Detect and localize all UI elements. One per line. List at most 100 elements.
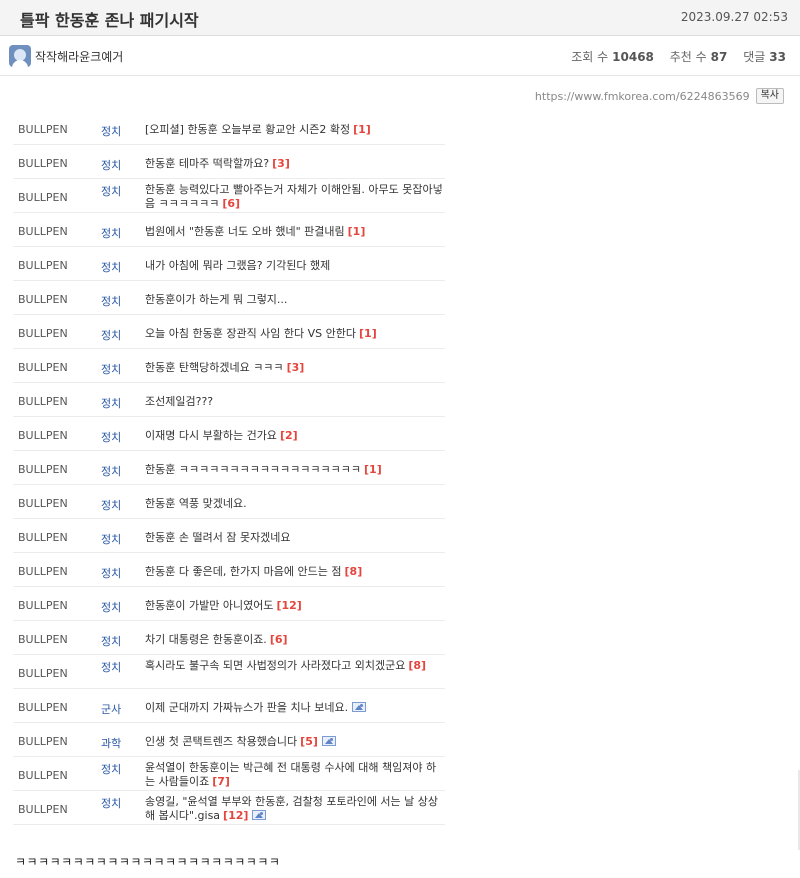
post-comment-count[interactable]: [3]: [287, 361, 305, 374]
post-subject-text[interactable]: 한동훈 역풍 맞겠네요.: [145, 497, 247, 510]
post-subject-text[interactable]: 한동훈 탄핵당하겠네요 ㅋㅋㅋ: [145, 361, 284, 374]
post-comment-count[interactable]: [1]: [348, 225, 366, 238]
post-category[interactable]: 정치: [101, 395, 121, 411]
post-board-name[interactable]: BULLPEN: [18, 633, 68, 646]
post-category[interactable]: 군사: [101, 701, 121, 717]
post-subject-link[interactable]: 한동훈 다 좋은데, 한가지 마음에 안드는 점 [8]: [145, 565, 445, 579]
post-subject-link[interactable]: 내가 아침에 뭐라 그랬음? 기각된다 했제: [145, 259, 445, 273]
post-board-name[interactable]: BULLPEN: [18, 531, 68, 544]
post-subject-text[interactable]: [오피셜] 한동훈 오늘부로 황교안 시즌2 확정: [145, 123, 350, 136]
post-category[interactable]: 정치: [101, 761, 121, 777]
post-board-name[interactable]: BULLPEN: [18, 361, 68, 374]
post-comment-count[interactable]: [1]: [359, 327, 377, 340]
post-list-row[interactable]: BULLPEN 정치 한동훈 능력있다고 빨아주는거 자체가 이해안됨. 아무도 못…: [13, 179, 445, 213]
author-name[interactable]: 작작해라윤크예거: [35, 48, 123, 65]
post-board-name[interactable]: BULLPEN: [18, 327, 68, 340]
post-category[interactable]: 정치: [101, 293, 121, 309]
post-comment-count[interactable]: [12]: [276, 599, 301, 612]
post-board-name[interactable]: BULLPEN: [18, 157, 68, 170]
post-subject-text[interactable]: 인생 첫 콘택트렌즈 착용했습니다: [145, 735, 297, 748]
post-category[interactable]: 정치: [101, 633, 121, 649]
post-list-row[interactable]: BULLPEN 정치 한동훈 ㅋㅋㅋㅋㅋㅋㅋㅋㅋㅋㅋㅋㅋㅋㅋㅋㅋㅋ [1]: [13, 451, 445, 485]
post-board-name[interactable]: BULLPEN: [18, 769, 68, 782]
user-avatar-icon[interactable]: [9, 45, 31, 67]
post-subject-text[interactable]: 한동훈 능력있다고 빨아주는거 자체가 이해안됨. 아무도 못잡아넣음 ㅋㅋㅋㅋ…: [145, 183, 443, 210]
post-subject-text[interactable]: 윤석열이 한동훈이는 박근혜 전 대통령 수사에 대해 책임져야 하는 사람들이…: [145, 761, 436, 788]
post-comment-count[interactable]: [2]: [280, 429, 298, 442]
post-board-name[interactable]: BULLPEN: [18, 225, 68, 238]
post-subject-text[interactable]: 한동훈이가 하는게 뭐 그렇지...: [145, 293, 287, 306]
post-board-name[interactable]: BULLPEN: [18, 429, 68, 442]
post-category[interactable]: 정치: [101, 259, 121, 275]
post-subject-link[interactable]: 한동훈 역풍 맞겠네요.: [145, 497, 445, 511]
post-subject-text[interactable]: 내가 아침에 뭐라 그랬음? 기각된다 했제: [145, 259, 330, 272]
post-category[interactable]: 정치: [101, 659, 121, 675]
post-list-row[interactable]: BULLPEN 정치 조선제일검???: [13, 383, 445, 417]
post-list-row[interactable]: BULLPEN 정치 차기 대통령은 한동훈이죠. [6]: [13, 621, 445, 655]
post-comment-count[interactable]: [3]: [272, 157, 290, 170]
post-board-name[interactable]: BULLPEN: [18, 497, 68, 510]
post-category[interactable]: 정치: [101, 795, 121, 811]
post-category[interactable]: 정치: [101, 225, 121, 241]
post-category[interactable]: 정치: [101, 497, 121, 513]
post-list-row[interactable]: BULLPEN 정치 이재명 다시 부활하는 건가요 [2]: [13, 417, 445, 451]
post-comment-count[interactable]: [8]: [408, 659, 426, 672]
post-subject-link[interactable]: 윤석열이 한동훈이는 박근혜 전 대통령 수사에 대해 책임져야 하는 사람들이…: [145, 761, 445, 789]
post-list-row[interactable]: BULLPEN 정치 법원에서 "한동훈 너도 오바 했네" 판결내림 [1]: [13, 213, 445, 247]
post-list-row[interactable]: BULLPEN 정치 한동훈 손 떨려서 잠 못자겠네요: [13, 519, 445, 553]
post-category[interactable]: 정치: [101, 157, 121, 173]
post-subject-text[interactable]: 차기 대통령은 한동훈이죠.: [145, 633, 267, 646]
post-list-row[interactable]: BULLPEN 정치 한동훈 다 좋은데, 한가지 마음에 안드는 점 [8]: [13, 553, 445, 587]
post-list-row[interactable]: BULLPEN 과학 인생 첫 콘택트렌즈 착용했습니다 [5]: [13, 723, 445, 757]
post-comment-count[interactable]: [7]: [212, 775, 230, 788]
post-subject-link[interactable]: 한동훈 능력있다고 빨아주는거 자체가 이해안됨. 아무도 못잡아넣음 ㅋㅋㅋㅋ…: [145, 183, 445, 211]
post-comment-count[interactable]: [5]: [300, 735, 318, 748]
post-subject-link[interactable]: 이제 군대까지 가짜뉴스가 판을 치나 보네요.: [145, 701, 445, 715]
post-list-row[interactable]: BULLPEN 정치 윤석열이 한동훈이는 박근혜 전 대통령 수사에 대해 책임져…: [13, 757, 445, 791]
post-subject-text[interactable]: 법원에서 "한동훈 너도 오바 했네" 판결내림: [145, 225, 345, 238]
post-board-name[interactable]: BULLPEN: [18, 259, 68, 272]
post-category[interactable]: 정치: [101, 183, 121, 199]
post-board-name[interactable]: BULLPEN: [18, 735, 68, 748]
post-board-name[interactable]: BULLPEN: [18, 803, 68, 816]
post-category[interactable]: 정치: [101, 531, 121, 547]
post-list-row[interactable]: BULLPEN 정치 한동훈이 가발만 아니였어도 [12]: [13, 587, 445, 621]
post-list-row[interactable]: BULLPEN 군사 이제 군대까지 가짜뉴스가 판을 치나 보네요.: [13, 689, 445, 723]
post-list-row[interactable]: BULLPEN 정치 내가 아침에 뭐라 그랬음? 기각된다 했제: [13, 247, 445, 281]
post-subject-text[interactable]: 한동훈 손 떨려서 잠 못자겠네요: [145, 531, 291, 544]
post-board-name[interactable]: BULLPEN: [18, 701, 68, 714]
post-subject-text[interactable]: 혹시라도 불구속 되면 사법정의가 사라졌다고 외치겠군요: [145, 659, 405, 672]
post-list-row[interactable]: BULLPEN 정치 송영길, "윤석열 부부와 한동훈, 검찰청 포토라인에 서는…: [13, 791, 445, 825]
post-subject-link[interactable]: 한동훈이가 하는게 뭐 그렇지...: [145, 293, 445, 307]
copy-url-button[interactable]: 복사: [755, 88, 784, 104]
post-board-name[interactable]: BULLPEN: [18, 565, 68, 578]
post-list-row[interactable]: BULLPEN 정치 한동훈이가 하는게 뭐 그렇지...: [13, 281, 445, 315]
post-subject-link[interactable]: 차기 대통령은 한동훈이죠. [6]: [145, 633, 445, 647]
post-subject-link[interactable]: 혹시라도 불구속 되면 사법정의가 사라졌다고 외치겠군요 [8]: [145, 659, 445, 673]
post-list-row[interactable]: BULLPEN 정치 혹시라도 불구속 되면 사법정의가 사라졌다고 외치겠군요 [8…: [13, 655, 445, 689]
post-subject-link[interactable]: 한동훈 테마주 떡락할까요? [3]: [145, 157, 445, 171]
post-board-name[interactable]: BULLPEN: [18, 293, 68, 306]
post-subject-link[interactable]: 오늘 아침 한동훈 장관직 사임 한다 VS 안한다 [1]: [145, 327, 445, 341]
post-category[interactable]: 정치: [101, 327, 121, 343]
post-category[interactable]: 과학: [101, 735, 121, 751]
post-board-name[interactable]: BULLPEN: [18, 123, 68, 136]
post-subject-link[interactable]: 한동훈이 가발만 아니였어도 [12]: [145, 599, 445, 613]
post-comment-count[interactable]: [6]: [222, 197, 240, 210]
post-board-name[interactable]: BULLPEN: [18, 599, 68, 612]
post-subject-link[interactable]: 송영길, "윤석열 부부와 한동훈, 검찰청 포토라인에 서는 날 상상해 봅시…: [145, 795, 445, 823]
post-list-row[interactable]: BULLPEN 정치 한동훈 역풍 맞겠네요.: [13, 485, 445, 519]
post-comment-count[interactable]: [8]: [345, 565, 363, 578]
post-subject-text[interactable]: 조선제일검???: [145, 395, 213, 408]
post-board-name[interactable]: BULLPEN: [18, 463, 68, 476]
post-subject-text[interactable]: 이재명 다시 부활하는 건가요: [145, 429, 277, 442]
post-subject-text[interactable]: 한동훈 다 좋은데, 한가지 마음에 안드는 점: [145, 565, 342, 578]
post-subject-text[interactable]: 송영길, "윤석열 부부와 한동훈, 검찰청 포토라인에 서는 날 상상해 봅시…: [145, 795, 438, 822]
post-category[interactable]: 정치: [101, 463, 121, 479]
post-subject-link[interactable]: 이재명 다시 부활하는 건가요 [2]: [145, 429, 445, 443]
post-category[interactable]: 정치: [101, 565, 121, 581]
post-category[interactable]: 정치: [101, 429, 121, 445]
post-subject-text[interactable]: 이제 군대까지 가짜뉴스가 판을 치나 보네요.: [145, 701, 348, 714]
post-board-name[interactable]: BULLPEN: [18, 667, 68, 680]
post-subject-link[interactable]: 법원에서 "한동훈 너도 오바 했네" 판결내림 [1]: [145, 225, 445, 239]
